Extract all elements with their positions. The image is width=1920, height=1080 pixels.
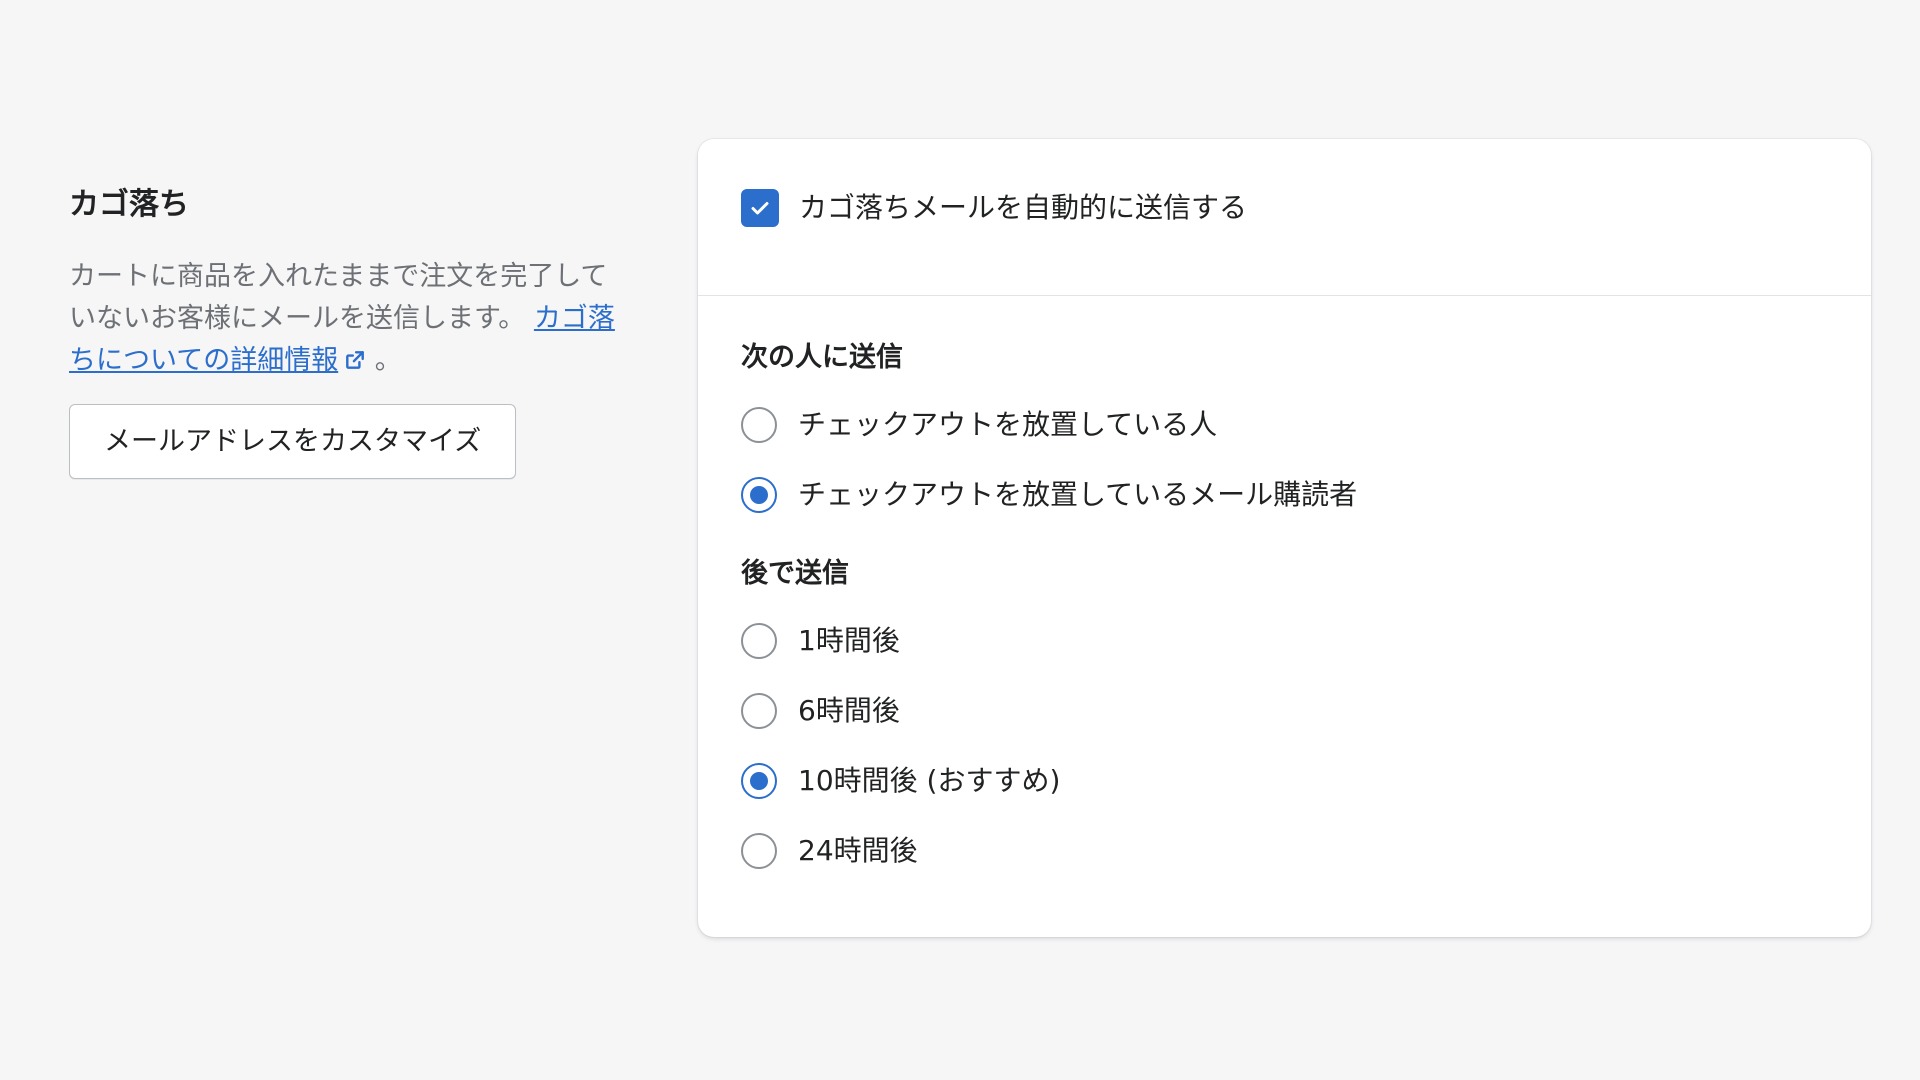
radio-button-selected[interactable] <box>741 763 777 799</box>
section-annotation: カゴ落ち カートに商品を入れたままで注文を完了していないお客様にメールを送信しま… <box>69 182 619 479</box>
recipient-option-label: チェックアウトを放置しているメール購読者 <box>798 478 1358 511</box>
radio-button[interactable] <box>741 693 777 729</box>
radio-button-selected[interactable] <box>741 477 777 513</box>
checkmark-icon <box>751 202 769 215</box>
delay-option-label: 6時間後 <box>798 694 900 727</box>
customize-email-button[interactable]: メールアドレスをカスタマイズ <box>69 404 517 479</box>
section-title: カゴ落ち <box>69 187 189 222</box>
auto-send-checkbox[interactable] <box>741 189 779 227</box>
delay-option-10h[interactable]: 10時間後 (おすすめ) <box>741 746 1871 816</box>
radio-button[interactable] <box>741 833 777 869</box>
external-link-icon <box>346 351 365 369</box>
settings-page: カゴ落ち カートに商品を入れたままで注文を完了していないお客様にメールを送信しま… <box>0 0 1920 1080</box>
recipients-title: 次の人に送信 <box>741 342 903 373</box>
auto-send-checkbox-row[interactable]: カゴ落ちメールを自動的に送信する <box>741 188 1247 228</box>
delay-option-6h[interactable]: 6時間後 <box>741 676 1871 746</box>
recipient-option-all[interactable]: チェックアウトを放置している人 <box>741 390 1871 460</box>
radio-button[interactable] <box>741 407 777 443</box>
description-text: カートに商品を入れたままで注文を完了していないお客様にメールを送信します。 <box>69 261 608 334</box>
radio-button[interactable] <box>741 623 777 659</box>
recipient-option-subscribers[interactable]: チェックアウトを放置しているメール購読者 <box>741 460 1871 530</box>
settings-card: カゴ落ちメールを自動的に送信する 次の人に送信 チェックアウトを放置している人 … <box>698 139 1871 937</box>
auto-send-section: カゴ落ちメールを自動的に送信する <box>698 139 1871 296</box>
link-suffix: 。 <box>374 345 402 376</box>
options-section: 次の人に送信 チェックアウトを放置している人 チェックアウトを放置しているメール… <box>698 296 1871 886</box>
delay-option-label: 10時間後 (おすすめ) <box>798 764 1061 797</box>
delay-option-24h[interactable]: 24時間後 <box>741 816 1871 886</box>
section-description: カートに商品を入れたままで注文を完了していないお客様にメールを送信します。 カゴ… <box>69 256 619 382</box>
auto-send-label: カゴ落ちメールを自動的に送信する <box>799 191 1248 224</box>
delay-option-1h[interactable]: 1時間後 <box>741 606 1871 676</box>
delay-option-label: 24時間後 <box>798 834 918 867</box>
delay-title: 後で送信 <box>741 558 849 589</box>
delay-option-label: 1時間後 <box>798 624 900 657</box>
recipient-option-label: チェックアウトを放置している人 <box>798 408 1218 441</box>
